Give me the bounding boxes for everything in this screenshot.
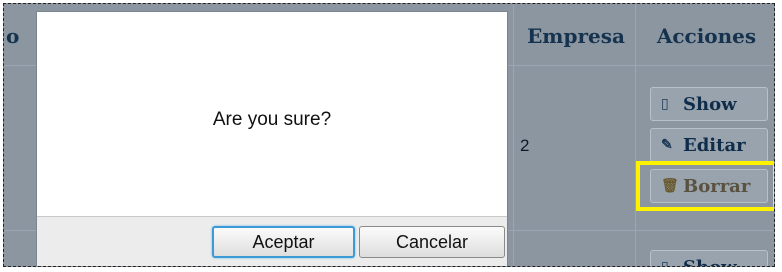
show-button-label: Show <box>683 93 737 115</box>
pencil-icon: ✎ <box>661 137 673 153</box>
document-icon: ▯ <box>661 259 669 267</box>
cancel-button[interactable]: Cancelar <box>359 226 505 258</box>
accept-button[interactable]: Aceptar <box>212 226 355 258</box>
show-button-next-row[interactable]: ▯ Show <box>650 250 768 267</box>
column-divider <box>635 4 636 266</box>
delete-highlight-box <box>636 161 774 211</box>
edit-button[interactable]: ✎ Editar <box>650 128 768 162</box>
confirm-dialog: Are you sure? Aceptar Cancelar <box>36 11 508 266</box>
column-header-acciones: Acciones <box>656 24 757 48</box>
column-header-empresa: Empresa <box>527 24 625 48</box>
column-header-partial: o <box>6 24 20 48</box>
dialog-button-bar: Aceptar Cancelar <box>37 216 507 266</box>
document-icon: ▯ <box>661 96 669 112</box>
show-button-label: Show <box>683 256 737 267</box>
show-button[interactable]: ▯ Show <box>650 87 768 121</box>
edit-button-label: Editar <box>683 134 746 156</box>
empresa-cell: 2 <box>520 136 530 155</box>
column-divider <box>513 4 514 266</box>
dialog-message: Are you sure? <box>212 109 332 130</box>
screenshot-frame: o Empresa Acciones 2 ▯ Show ✎ Editar 🗑 B… <box>3 3 775 267</box>
